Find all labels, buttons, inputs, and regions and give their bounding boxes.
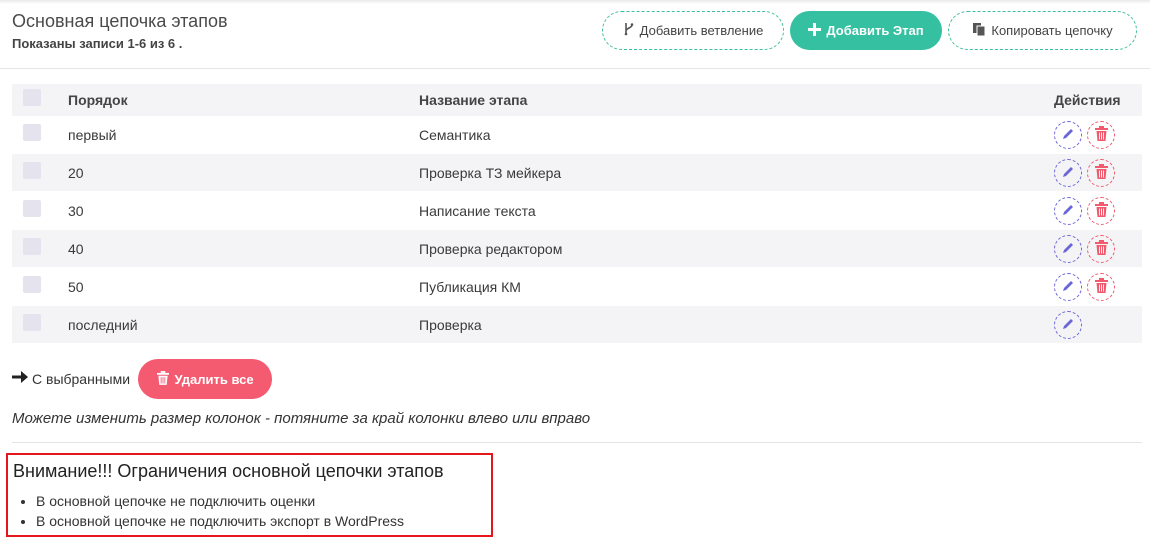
- copy-chain-label: Копировать цепочку: [991, 23, 1113, 38]
- row-name: Написание текста: [419, 203, 536, 219]
- add-stage-button[interactable]: Добавить Этап: [790, 11, 942, 50]
- select-all-checkbox[interactable]: [23, 89, 41, 106]
- warning-box: Внимание!!! Ограничения основной цепочки…: [6, 453, 493, 537]
- divider: [12, 442, 1142, 443]
- records-summary: Показаны записи 1-6 из 6 .: [12, 36, 183, 51]
- plus-icon: [808, 22, 822, 39]
- column-order[interactable]: Порядок: [68, 92, 128, 108]
- delete-button[interactable]: [1087, 235, 1115, 263]
- row-checkbox[interactable]: [23, 238, 41, 255]
- delete-button[interactable]: [1087, 121, 1115, 149]
- pencil-icon: [1061, 241, 1075, 258]
- edit-button[interactable]: [1054, 121, 1082, 149]
- table-row: 40 Проверка редактором: [12, 230, 1142, 268]
- pencil-icon: [1061, 317, 1075, 334]
- stages-table: Порядок Название этапа Действия первый С…: [12, 84, 1142, 344]
- add-stage-label: Добавить Этап: [826, 23, 924, 38]
- row-order: 50: [68, 279, 84, 295]
- delete-button[interactable]: [1087, 197, 1115, 225]
- edit-button[interactable]: [1054, 311, 1082, 339]
- table-row: 50 Публикация КМ: [12, 268, 1142, 306]
- row-checkbox[interactable]: [23, 314, 41, 331]
- edit-button[interactable]: [1054, 273, 1082, 301]
- resize-hint: Можете изменить размер колонок - потянит…: [12, 410, 591, 427]
- page-title: Основная цепочка этапов: [12, 11, 228, 31]
- warning-list: В основной цепочке не подключить оценки …: [36, 491, 404, 531]
- trash-icon: [1094, 126, 1108, 144]
- edit-button[interactable]: [1054, 235, 1082, 263]
- delete-all-button[interactable]: Удалить все: [138, 359, 273, 399]
- row-name: Семантика: [419, 127, 491, 143]
- row-name: Публикация КМ: [419, 279, 521, 295]
- branch-icon: [623, 22, 635, 39]
- table-row: 30 Написание текста: [12, 192, 1142, 230]
- arrow-right-icon: [12, 370, 28, 389]
- row-order: 40: [68, 241, 84, 257]
- add-branch-label: Добавить ветвление: [639, 23, 764, 38]
- pencil-icon: [1061, 203, 1075, 220]
- bulk-actions-label: С выбранными: [32, 371, 131, 387]
- bulk-actions: С выбранными Удалить все: [12, 359, 273, 399]
- trash-icon: [1094, 202, 1108, 220]
- row-order: последний: [68, 317, 138, 333]
- row-name: Проверка редактором: [419, 241, 563, 257]
- delete-all-label: Удалить все: [174, 371, 254, 387]
- warning-item: В основной цепочке не подключить оценки: [36, 491, 404, 511]
- table-row: последний Проверка: [12, 306, 1142, 344]
- table-header: Порядок Название этапа Действия: [12, 84, 1142, 116]
- pencil-icon: [1061, 279, 1075, 296]
- delete-button[interactable]: [1087, 273, 1115, 301]
- edit-button[interactable]: [1054, 159, 1082, 187]
- pencil-icon: [1061, 127, 1075, 144]
- page-header: Основная цепочка этапов Показаны записи …: [0, 0, 1150, 69]
- delete-button[interactable]: [1087, 159, 1115, 187]
- warning-title: Внимание!!! Ограничения основной цепочки…: [13, 461, 444, 481]
- row-order: 20: [68, 165, 84, 181]
- edit-button[interactable]: [1054, 197, 1082, 225]
- copy-chain-button[interactable]: Копировать цепочку: [948, 11, 1137, 50]
- row-checkbox[interactable]: [23, 276, 41, 293]
- trash-icon: [156, 370, 169, 388]
- row-name: Проверка: [419, 317, 482, 333]
- row-name: Проверка ТЗ мейкера: [419, 165, 562, 181]
- copy-icon: [972, 22, 986, 40]
- row-checkbox[interactable]: [23, 124, 41, 141]
- row-order: 30: [68, 203, 84, 219]
- row-order: первый: [68, 127, 117, 143]
- row-checkbox[interactable]: [23, 200, 41, 217]
- trash-icon: [1094, 240, 1108, 258]
- row-checkbox[interactable]: [23, 162, 41, 179]
- warning-item: В основной цепочке не подключить экспорт…: [36, 511, 404, 531]
- trash-icon: [1094, 164, 1108, 182]
- column-actions: Действия: [1054, 92, 1121, 108]
- table-row: первый Семантика: [12, 116, 1142, 154]
- pencil-icon: [1061, 165, 1075, 182]
- add-branch-button[interactable]: Добавить ветвление: [602, 11, 784, 50]
- table-row: 20 Проверка ТЗ мейкера: [12, 154, 1142, 192]
- column-name[interactable]: Название этапа: [419, 92, 527, 108]
- trash-icon: [1094, 278, 1108, 296]
